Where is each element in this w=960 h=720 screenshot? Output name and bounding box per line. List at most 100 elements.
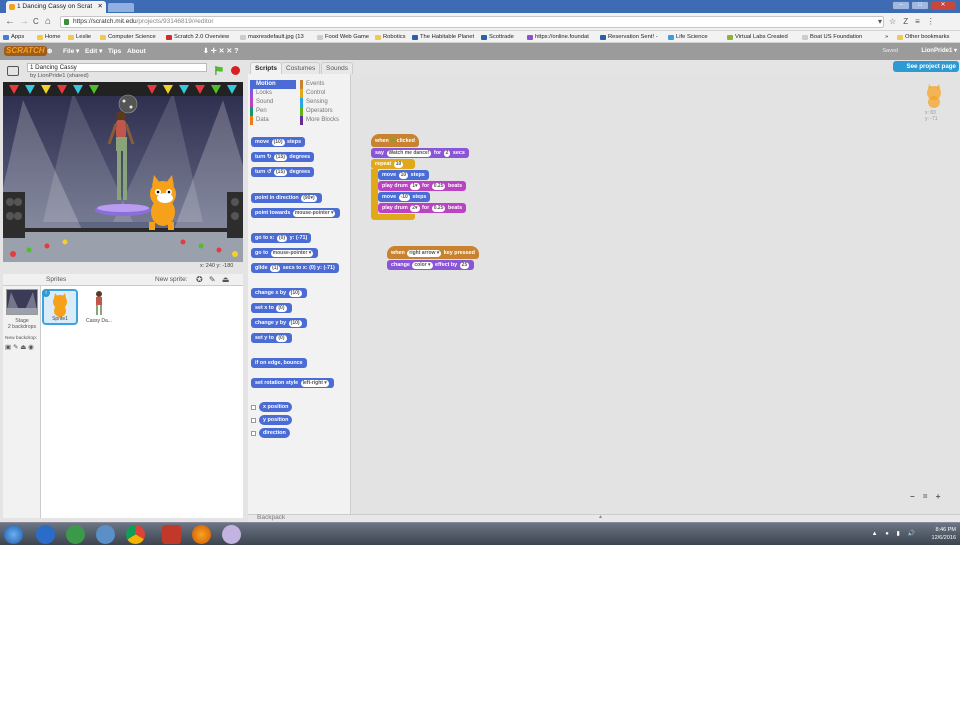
itunes-icon[interactable] — [222, 525, 241, 544]
category-motion[interactable]: Motion — [250, 80, 296, 89]
block-say-for-secs[interactable]: say Watch me dance! for 2 secs — [371, 148, 469, 158]
block-turn-left[interactable]: turn ↺ (15) degrees — [251, 167, 315, 177]
reporter-x-position[interactable]: x position — [259, 402, 293, 412]
star-icon[interactable]: ☆ — [889, 16, 896, 28]
stop-icon[interactable] — [231, 66, 240, 75]
zoom-controls[interactable]: − = + — [910, 492, 943, 501]
stage-thumbnail[interactable] — [6, 289, 38, 315]
category-control[interactable]: Control — [300, 89, 346, 98]
block-set-x[interactable]: set x to (0) — [251, 303, 292, 313]
editor-tools[interactable]: ⬇ ✛ ✕ ✕ ? — [203, 43, 239, 60]
stage-size-icon[interactable] — [7, 66, 19, 76]
sprite-thumb-sprite1[interactable]: i Sprite1 — [42, 289, 78, 325]
maximize-button[interactable]: □ — [911, 1, 929, 10]
bookmark-item[interactable]: Scottrade — [481, 31, 514, 42]
block-change-effect[interactable]: change color ▾ effect by 25 — [387, 260, 475, 270]
block-turn-right[interactable]: turn ↻ (15) degrees — [251, 152, 315, 162]
back-icon[interactable]: ← — [5, 16, 15, 28]
start-button-icon[interactable] — [4, 525, 23, 544]
menu-about[interactable]: About — [127, 43, 146, 60]
green-flag-icon[interactable] — [215, 66, 224, 75]
reload-icon[interactable]: C — [33, 16, 39, 28]
block-when-key-pressed[interactable]: when right arrow ▾ key pressed — [387, 246, 479, 259]
reporter-y-position[interactable]: y position — [259, 415, 293, 425]
sprite-thumb-cassy[interactable]: Cassy Da... — [81, 289, 117, 325]
new-tab-button[interactable] — [108, 3, 134, 12]
reporter-direction[interactable]: direction — [259, 428, 290, 438]
bookmark-item[interactable]: Reservation Sent! - — [600, 31, 658, 42]
bookmark-item[interactable]: Life Science — [668, 31, 708, 42]
other-bookmarks[interactable]: Other bookmarks — [897, 31, 949, 42]
taskbar-app-icon[interactable] — [36, 525, 55, 544]
menu-edit[interactable]: Edit ▾ — [85, 43, 102, 60]
bookmark-item[interactable]: Scratch 2.0 Overview — [166, 31, 229, 42]
bookmark-item[interactable]: Computer Science — [100, 31, 156, 42]
info-icon[interactable]: i — [42, 289, 50, 297]
tab-sounds[interactable]: Sounds — [321, 62, 354, 74]
home-icon[interactable]: ⌂ — [45, 16, 51, 28]
block-bounce[interactable]: if on edge, bounce — [251, 358, 307, 368]
category-sensing[interactable]: Sensing — [300, 98, 346, 107]
block-when-flag-clicked[interactable]: when ⚑ clicked — [371, 134, 419, 147]
block-glide[interactable]: glide (1) secs to x: (0) y: (-71) — [251, 263, 339, 273]
bookmark-item[interactable]: Leslie — [68, 31, 91, 42]
block-move-steps[interactable]: move (10) steps — [251, 137, 306, 147]
bookmark-item[interactable]: Boat US Foundation — [802, 31, 862, 42]
browser-menu-icon[interactable]: ⋮ — [927, 16, 935, 28]
chrome-icon[interactable] — [126, 525, 145, 544]
checkbox-y-position[interactable] — [251, 418, 256, 423]
category-events[interactable]: Events — [300, 80, 346, 89]
block-play-drum[interactable]: play drum 2▾ for 0.25 beats — [378, 203, 467, 213]
taskbar-app-icon[interactable] — [96, 525, 115, 544]
block-play-drum[interactable]: play drum 1▾ for 0.25 beats — [378, 181, 467, 191]
stage-canvas[interactable] — [3, 82, 243, 262]
block-point-direction[interactable]: point in direction (90▾) — [251, 193, 322, 203]
block-go-to[interactable]: go to mouse-pointer ▾ — [251, 248, 319, 258]
bookmarks-more[interactable]: » — [885, 31, 888, 42]
extension-icon[interactable]: ≡ — [915, 16, 920, 28]
block-point-towards[interactable]: point towards mouse-pointer ▾ — [251, 208, 341, 218]
user-menu[interactable]: LionPride1 ▾ — [921, 43, 957, 60]
project-title-input[interactable]: 1 Dancing Cassy — [27, 63, 207, 72]
url-bar[interactable]: https://scratch.mit.edu/projects/9314681… — [60, 16, 884, 28]
scratch-logo[interactable]: SCRATCH — [4, 46, 47, 56]
menu-file[interactable]: File ▾ — [63, 43, 79, 60]
extension-menu-icon[interactable]: ▾ — [878, 16, 882, 28]
block-repeat[interactable]: repeat 10 — [371, 159, 415, 169]
category-data[interactable]: Data — [250, 116, 296, 125]
bookmark-item[interactable]: Home — [37, 31, 60, 42]
tab-costumes[interactable]: Costumes — [281, 62, 321, 74]
browser-tab[interactable]: 1 Dancing Cassy on Scrat ✕ — [6, 1, 106, 13]
block-set-y[interactable]: set y to (0) — [251, 333, 292, 343]
category-sound[interactable]: Sound — [250, 98, 296, 107]
category-pen[interactable]: Pen — [250, 107, 296, 116]
clock[interactable]: 8:46 PM 12/6/2016 — [932, 526, 956, 542]
bookmark-item[interactable]: maxresdefault.jpg (13 — [240, 31, 304, 42]
close-window-button[interactable]: ✕ — [930, 1, 956, 10]
block-rotation-style[interactable]: set rotation style left-right ▾ — [251, 378, 334, 388]
tab-scripts[interactable]: Scripts — [250, 62, 283, 74]
scripts-area[interactable]: when ⚑ clicked say Watch me dance! for 2… — [352, 74, 960, 514]
category-looks[interactable]: Looks — [250, 89, 296, 98]
tray-icons[interactable]: ▲ ● ▮ 🔊 — [872, 530, 918, 537]
taskbar-app-icon[interactable] — [162, 525, 181, 544]
backpack-bar[interactable]: Backpack ▲ — [248, 514, 960, 522]
taskbar-app-icon[interactable] — [66, 525, 85, 544]
category-operators[interactable]: Operators — [300, 107, 346, 116]
block-change-y[interactable]: change y by (10) — [251, 318, 307, 328]
new-backdrop-icons[interactable]: ▣ ✎ ⏏ ◉ — [5, 343, 34, 351]
see-project-page-button[interactable]: See project page — [893, 61, 959, 72]
bookmark-item[interactable]: The Habitable Planet — [412, 31, 474, 42]
language-globe-icon[interactable]: ⊕ — [47, 43, 52, 60]
checkbox-x-position[interactable] — [251, 405, 256, 410]
backpack-arrow-icon[interactable]: ▲ — [598, 514, 603, 520]
zotero-icon[interactable]: Z — [903, 16, 908, 28]
block-move-steps[interactable]: move 10 steps — [378, 170, 429, 180]
block-go-to-xy[interactable]: go to x: (0) y: (-71) — [251, 233, 312, 243]
bookmark-item[interactable]: Food Web Game — [317, 31, 369, 42]
forward-icon[interactable]: → — [19, 16, 29, 28]
block-move-steps[interactable]: move -10 steps — [378, 192, 431, 202]
checkbox-direction[interactable] — [251, 431, 256, 436]
category-more-blocks[interactable]: More Blocks — [300, 116, 346, 125]
bookmark-item[interactable]: Virtual Labs Created — [727, 31, 788, 42]
